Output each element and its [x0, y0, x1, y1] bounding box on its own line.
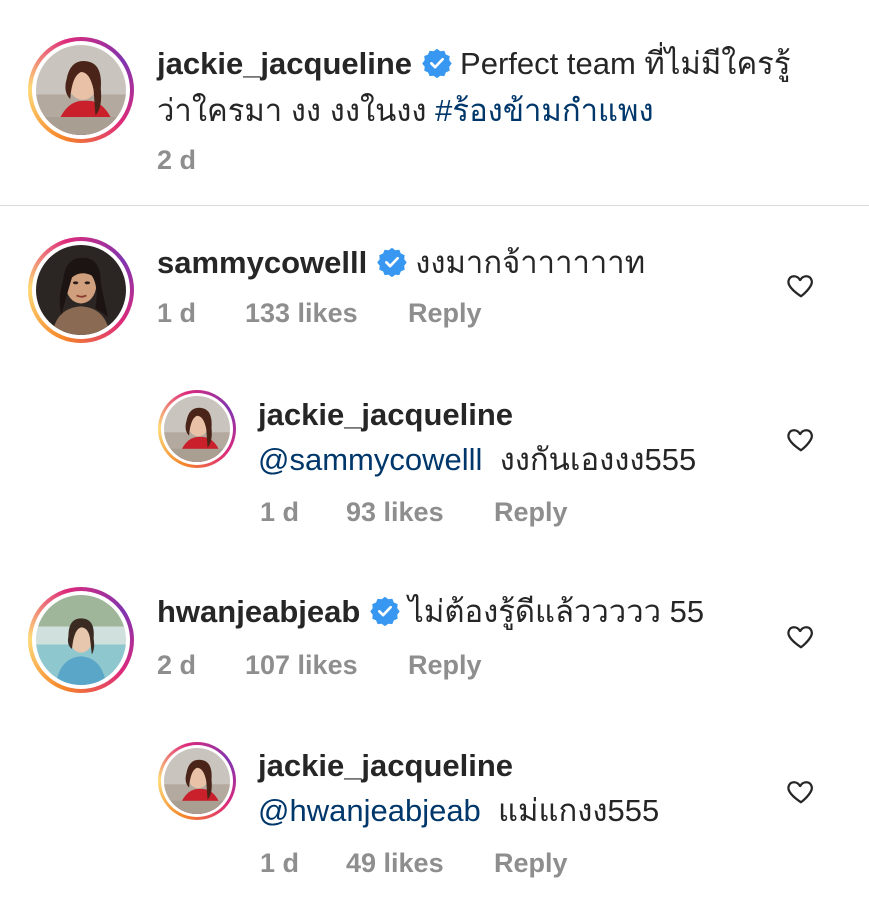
comment-username[interactable]: hwanjeabjeab: [157, 594, 360, 629]
comment-text: ไม่ต้องรู้ดีแล้ววววว 55: [408, 594, 705, 629]
reply-username[interactable]: jackie_jacqueline: [258, 397, 513, 432]
verified-badge-icon: [422, 48, 452, 78]
reply-text-line: @sammycowelll งงกันเองงง555: [258, 440, 696, 480]
reply-mention[interactable]: @hwanjeabjeab: [258, 793, 481, 828]
reply-text: แม่แกงง555: [498, 793, 660, 828]
comment-time: 1 d: [260, 497, 300, 527]
comment-likes[interactable]: 133 likes: [245, 298, 408, 329]
comment-line: sammycowelll งงมากจ้าาาาาาท: [157, 243, 645, 283]
heart-icon[interactable]: [786, 776, 816, 806]
comment-time: 2 d: [157, 650, 197, 680]
caption-time: 2 d: [157, 145, 197, 175]
profile-photo: [36, 245, 126, 335]
reply-username-line: jackie_jacqueline: [258, 395, 513, 435]
comment-time: 1 d: [157, 298, 197, 328]
heart-icon[interactable]: [786, 270, 816, 300]
comment-likes[interactable]: 49 likes: [346, 848, 494, 879]
caption-hashtag[interactable]: #ร้องข้ามกำแพง: [435, 93, 653, 128]
divider: [0, 205, 869, 206]
comment-time: 1 d: [260, 848, 300, 878]
reply-avatar[interactable]: [158, 742, 236, 820]
comment-avatar[interactable]: [28, 587, 134, 693]
profile-photo: [164, 748, 230, 814]
reply-button[interactable]: Reply: [408, 650, 482, 681]
comment-meta: 2 d 107 likes Reply: [157, 650, 482, 681]
comment-likes[interactable]: 93 likes: [346, 497, 494, 528]
heart-icon[interactable]: [786, 424, 816, 454]
reply-meta: 1 d 49 likes Reply: [260, 848, 568, 879]
caption-body-1: Perfect team: [460, 46, 645, 81]
reply-text-line: @hwanjeabjeab แม่แกงง555: [258, 791, 659, 831]
verified-badge-icon: [370, 596, 400, 626]
comment-meta: 1 d 133 likes Reply: [157, 298, 482, 329]
caption-username[interactable]: jackie_jacqueline: [157, 46, 412, 81]
reply-button[interactable]: Reply: [494, 848, 568, 879]
verified-badge-icon: [377, 247, 407, 277]
reply-username[interactable]: jackie_jacqueline: [258, 748, 513, 783]
profile-photo: [164, 396, 230, 462]
reply-avatar[interactable]: [158, 390, 236, 468]
comment-avatar[interactable]: [28, 237, 134, 343]
caption-avatar[interactable]: [28, 37, 134, 143]
profile-photo: [36, 595, 126, 685]
reply-username-line: jackie_jacqueline: [258, 746, 513, 786]
comment-text: งงมากจ้าาาาาาท: [415, 245, 646, 280]
profile-photo: [36, 45, 126, 135]
caption-text: jackie_jacqueline Perfect team ที่ไม่มีใค…: [157, 40, 807, 134]
comment-username[interactable]: sammycowelll: [157, 245, 367, 280]
reply-meta: 1 d 93 likes Reply: [260, 497, 568, 528]
reply-mention[interactable]: @sammycowelll: [258, 442, 482, 477]
heart-icon[interactable]: [786, 621, 816, 651]
comment-likes[interactable]: 107 likes: [245, 650, 408, 681]
comment-line: hwanjeabjeab ไม่ต้องรู้ดีแล้ววววว 55: [157, 592, 704, 632]
reply-button[interactable]: Reply: [408, 298, 482, 329]
reply-text: งงกันเองงง555: [499, 442, 697, 477]
reply-button[interactable]: Reply: [494, 497, 568, 528]
